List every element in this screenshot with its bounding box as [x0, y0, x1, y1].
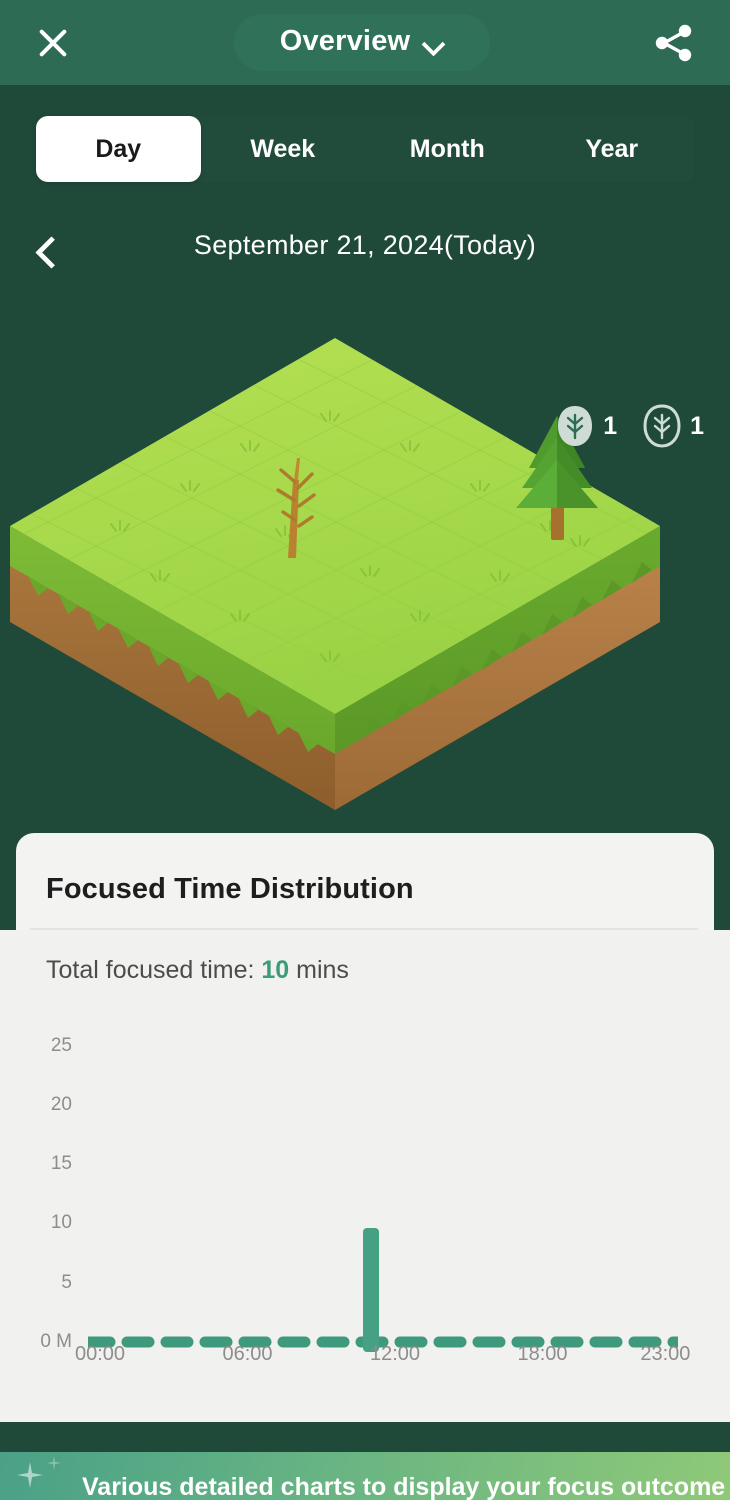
counter-planted-value: 1: [690, 411, 704, 440]
promo-text: Various detailed charts to display your …: [82, 1472, 730, 1500]
island-illustration: [0, 330, 730, 810]
tab-day-label: Day: [95, 134, 142, 163]
tab-month-label: Month: [409, 134, 485, 163]
counter-completed-value: 1: [603, 411, 618, 440]
chart-x-tick: 23:00: [640, 1343, 691, 1365]
tab-week-label: Week: [250, 134, 316, 163]
share-icon-svg: [655, 24, 692, 61]
tab-year-label: Year: [585, 134, 639, 163]
chart-x-tick: 18:00: [517, 1343, 568, 1365]
promo-banner[interactable]: Various detailed charts to display your …: [0, 1452, 730, 1500]
chart-x-tick: 06:00: [222, 1343, 273, 1365]
share-icon[interactable]: [648, 19, 700, 67]
total-focused-prefix: Total focused time:: [46, 956, 262, 984]
total-focused-time: Total focused time: 10 mins: [46, 956, 349, 985]
leaf-filled-icon: [558, 406, 593, 446]
chart-bar: [362, 1228, 379, 1352]
page-title: Overview: [279, 25, 411, 57]
chart-y-tick: 15: [50, 1153, 72, 1175]
chart-x-tick: 00:00: [74, 1343, 126, 1365]
chart-y-tick: 5: [61, 1271, 72, 1293]
counter-planted-trees: 1: [643, 404, 704, 448]
chart-y-tick: 10: [50, 1212, 72, 1234]
total-focused-value: 10: [261, 956, 290, 984]
chevron-down-icon: [424, 36, 444, 48]
tab-month[interactable]: Month: [365, 116, 530, 182]
tab-day[interactable]: Day: [36, 116, 201, 182]
date-label: September 21, 2024(Today): [193, 230, 537, 260]
app-header: Overview: [0, 0, 730, 85]
tree-counters: 1 1: [556, 404, 704, 448]
total-focused-suffix: mins: [289, 956, 349, 984]
overview-dropdown-button[interactable]: Overview: [233, 14, 491, 71]
close-icon[interactable]: [30, 20, 76, 66]
period-tabbar: Day Week Month Year: [36, 116, 694, 182]
date-navigator: September 21, 2024(Today): [0, 222, 730, 286]
counter-completed-trees: 1: [556, 404, 617, 448]
chart-y-tick: 25: [50, 1034, 72, 1056]
card-title: Focused Time Distribution: [46, 873, 414, 905]
focused-time-card-header: Focused Time Distribution: [16, 833, 714, 943]
focused-time-chart: 0 M 5 10 15 20 25 00:00 06:00 12:00 18:00 23:00: [0, 1000, 730, 1420]
leaf-outline-icon: [643, 404, 681, 448]
chart-x-tick: 12:00: [369, 1343, 421, 1365]
island-svg: [10, 338, 660, 810]
tab-week[interactable]: Week: [201, 116, 366, 182]
tab-year[interactable]: Year: [530, 116, 695, 182]
focused-time-card-body: Total focused time: 10 mins 0 M 5 10 15 20 25…: [0, 930, 730, 1422]
overview-screen: Overview Day Week Month Year September 2…: [0, 0, 730, 1500]
chart-y-tick: 20: [50, 1093, 72, 1115]
